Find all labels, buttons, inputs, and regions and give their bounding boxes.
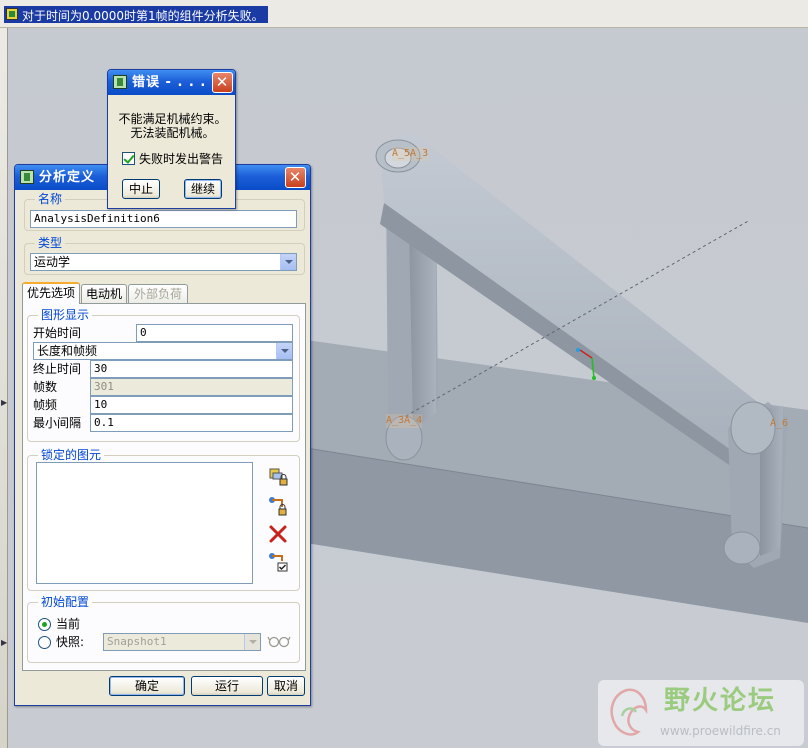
ok-button[interactable]: 确定 xyxy=(109,676,185,696)
error-dialog: 错误 - . . . ✕ 不能满足机械约束。 无法装配机械。 失败时发出警告 中… xyxy=(107,69,236,209)
tab-external-loads: 外部负荷 xyxy=(128,284,188,304)
message-icon xyxy=(6,8,18,20)
current-label: 当前 xyxy=(56,617,81,631)
expand-arrow-icon[interactable]: ▶ xyxy=(1,638,7,647)
evaluate-lock-icon[interactable] xyxy=(267,551,289,573)
joint-label-left[interactable]: A_3A_4 xyxy=(386,414,423,428)
snapshot-select: Snapshot1 xyxy=(103,633,261,651)
left-navigator-strip[interactable]: ▶ ▶ xyxy=(0,28,8,748)
expand-arrow-icon[interactable]: ▶ xyxy=(1,398,7,407)
warn-on-failure-label: 失败时发出警告 xyxy=(139,152,224,166)
continue-button[interactable]: 继续 xyxy=(184,179,222,199)
watermark-url: www.proewildfire.cn xyxy=(660,724,781,738)
snapshot-value: Snapshot1 xyxy=(107,635,167,648)
abort-button[interactable]: 中止 xyxy=(122,179,160,199)
end-time-input[interactable]: 30 xyxy=(90,360,293,378)
min-interval-label: 最小间隔 xyxy=(33,416,82,430)
close-icon[interactable]: ✕ xyxy=(212,72,233,93)
snapshot-label: 快照: xyxy=(56,635,85,649)
min-interval-input[interactable]: 0.1 xyxy=(90,414,293,432)
display-mode-select[interactable]: 长度和帧频 xyxy=(33,342,293,360)
error-message-line1: 不能满足机械约束。 xyxy=(118,112,227,126)
graphics-display-label: 图形显示 xyxy=(38,308,93,322)
warn-on-failure-checkbox[interactable] xyxy=(122,152,135,165)
initial-config-label: 初始配置 xyxy=(38,595,93,609)
frames-label: 帧数 xyxy=(33,380,58,394)
analysis-name-input[interactable]: AnalysisDefinition6 xyxy=(30,210,297,228)
frame-rate-input[interactable]: 10 xyxy=(90,396,293,414)
glasses-icon xyxy=(267,636,291,648)
type-group-label: 类型 xyxy=(35,236,66,250)
chevron-down-icon[interactable] xyxy=(276,343,292,359)
watermark-brand: 野火论坛 xyxy=(664,686,777,716)
chevron-down-icon xyxy=(244,634,260,650)
error-dialog-title: 错误 - . . . xyxy=(132,75,207,90)
tab-preferences[interactable]: 优先选项 xyxy=(22,282,80,304)
snapshot-radio[interactable] xyxy=(38,636,51,649)
frame-rate-label: 帧频 xyxy=(33,398,58,412)
current-radio[interactable] xyxy=(38,618,51,631)
error-dialog-titlebar[interactable]: 错误 - . . . ✕ xyxy=(108,70,235,95)
watermark-logo-icon xyxy=(610,688,648,736)
analysis-type-select[interactable]: 运动学 xyxy=(30,253,297,271)
chevron-down-icon[interactable] xyxy=(280,254,296,270)
joint-label-top[interactable]: A_5A_3 xyxy=(392,147,429,161)
error-message-line2: 无法装配机械。 xyxy=(130,126,215,140)
analysis-dialog-title: 分析定义 xyxy=(39,170,96,185)
message-bar: 对于时间为0.0000时第1帧的组件分析失败。 xyxy=(0,0,808,28)
locked-entities-list[interactable] xyxy=(36,462,253,584)
end-time-label: 终止时间 xyxy=(33,362,82,376)
run-button[interactable]: 运行 xyxy=(191,676,263,696)
locked-entities-label: 锁定的图元 xyxy=(38,448,105,462)
joint-label-right[interactable]: A_6 xyxy=(770,417,788,431)
start-time-label: 开始时间 xyxy=(33,326,82,340)
app-icon xyxy=(20,170,34,184)
status-message-text: 对于时间为0.0000时第1帧的组件分析失败。 xyxy=(22,9,264,23)
start-time-input[interactable]: 0 xyxy=(136,324,293,342)
cancel-button[interactable]: 取消 xyxy=(267,676,305,696)
watermark: 野火论坛 www.proewildfire.cn xyxy=(598,680,804,746)
lock-connections-icon[interactable] xyxy=(267,495,289,517)
name-group-label: 名称 xyxy=(35,192,66,206)
status-message: 对于时间为0.0000时第1帧的组件分析失败。 xyxy=(4,6,268,23)
analysis-type-value: 运动学 xyxy=(34,255,71,269)
tab-motors[interactable]: 电动机 xyxy=(81,284,127,304)
app-icon xyxy=(113,75,127,89)
close-icon[interactable]: ✕ xyxy=(285,167,306,188)
analysis-definition-dialog: 分析定义 ✕ 名称 AnalysisDefinition6 类型 运动学 优先选… xyxy=(14,164,311,706)
lock-bodies-icon[interactable] xyxy=(267,465,289,487)
display-mode-value: 长度和帧频 xyxy=(37,344,98,358)
delete-icon[interactable] xyxy=(267,523,289,545)
frames-input: 301 xyxy=(90,378,293,396)
